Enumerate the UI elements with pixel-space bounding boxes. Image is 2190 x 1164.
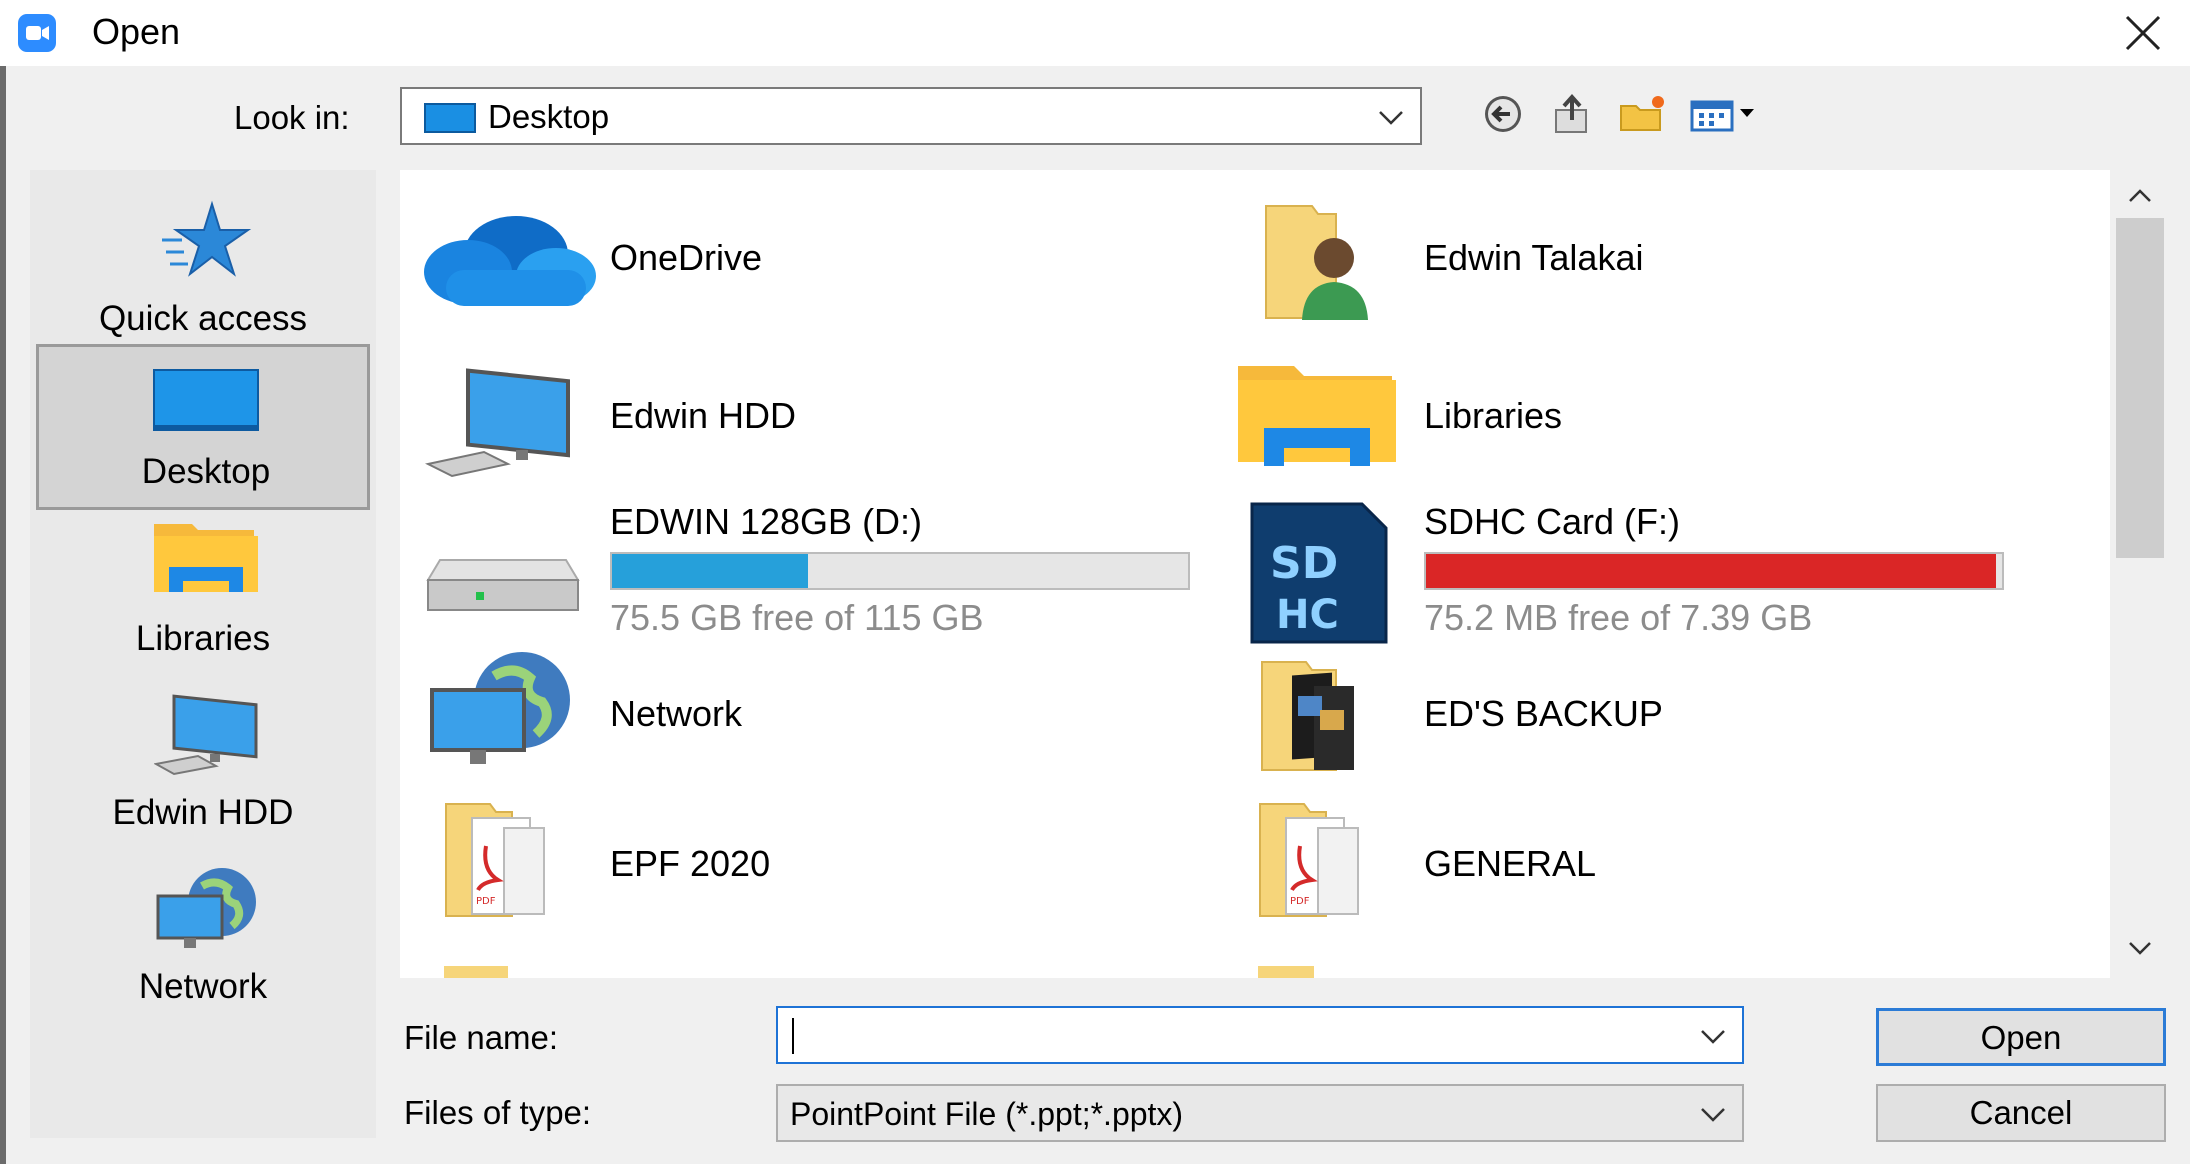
- computer-icon: [154, 694, 258, 776]
- svg-text:PDF: PDF: [476, 896, 496, 907]
- place-label: Libraries: [135, 619, 271, 658]
- item-name: Edwin Talakai: [1424, 237, 1644, 278]
- svg-text:SD: SD: [1270, 538, 1338, 589]
- text-caret: [792, 1018, 794, 1054]
- list-item-epf-2020[interactable]: PDF EPF 2020: [406, 798, 1206, 928]
- place-network[interactable]: Network: [36, 866, 370, 1032]
- drive-free-space: 75.5 GB free of 115 GB: [610, 597, 984, 638]
- up-one-level-button[interactable]: [1550, 92, 1596, 136]
- filetype-value: PointPoint File (*.ppt;*.pptx): [790, 1096, 1184, 1132]
- filename-label: File name:: [404, 1019, 559, 1056]
- lookin-value: Desktop: [488, 98, 610, 135]
- drive-free-space: 75.2 MB free of 7.39 GB: [1424, 597, 1813, 638]
- places-bar: Quick access Desktop Libraries Edwin HDD…: [30, 170, 376, 1138]
- close-icon: [2125, 15, 2161, 51]
- item-name: SDHC Card (F:): [1424, 501, 1681, 542]
- desktop-icon: [424, 103, 476, 133]
- list-item-edwin-talakai[interactable]: Edwin Talakai: [1226, 200, 2026, 320]
- drive-usage-fill: [1426, 554, 1997, 588]
- cancel-button[interactable]: Cancel: [1876, 1084, 2166, 1142]
- item-name: EDWIN 128GB (D:): [610, 501, 923, 542]
- sdhc-icon: SDHC: [1250, 502, 1388, 644]
- list-item-libraries[interactable]: Libraries: [1226, 350, 2026, 480]
- partial-folder-icon: [444, 966, 508, 978]
- computer-icon: [425, 368, 570, 478]
- filetype-dropdown[interactable]: PointPoint File (*.ppt;*.pptx): [776, 1084, 1744, 1142]
- place-quick-access[interactable]: Quick access: [36, 184, 370, 350]
- item-name: ED'S BACKUP: [1424, 693, 1663, 734]
- onedrive-icon: [424, 216, 596, 306]
- list-item-general[interactable]: PDF GENERAL: [1226, 798, 2026, 928]
- libraries-icon: [1238, 366, 1396, 466]
- view-menu-button[interactable]: [1688, 92, 1768, 136]
- scroll-up-icon[interactable]: [2126, 184, 2154, 208]
- list-item-sdhc-card[interactable]: SD HC SDHC Card (F:) 75.2 MB free of 7.39…: [1226, 488, 2026, 644]
- drive-usage-bar: [1424, 552, 2004, 590]
- title-bar: Open: [0, 0, 2190, 66]
- window-title: Open: [92, 11, 181, 52]
- close-button[interactable]: [2096, 0, 2190, 66]
- svg-text:HC: HC: [1276, 592, 1339, 638]
- place-desktop[interactable]: Desktop: [36, 344, 370, 510]
- network-icon: [430, 652, 570, 764]
- scrollbar-thumb[interactable]: [2116, 218, 2164, 558]
- list-item-edwin-hdd[interactable]: Edwin HDD: [406, 350, 1206, 480]
- chevron-down-icon[interactable]: [1698, 1024, 1728, 1048]
- item-name: Libraries: [1424, 395, 1563, 436]
- file-list: OneDrive Edwin Talakai Edwin HDD Librari…: [400, 170, 2110, 978]
- place-label: Network: [138, 967, 268, 1006]
- libraries-icon: [154, 524, 258, 592]
- item-name: Edwin HDD: [610, 395, 797, 436]
- item-name: GENERAL: [1424, 843, 1597, 884]
- place-label: Desktop: [141, 452, 271, 491]
- lookin-label: Look in:: [234, 99, 350, 136]
- drive-usage-bar: [610, 552, 1190, 590]
- place-label: Edwin HDD: [112, 793, 294, 832]
- open-button[interactable]: Open: [1876, 1008, 2166, 1066]
- view-menu-icon: [1690, 100, 1754, 132]
- new-folder-button[interactable]: [1618, 92, 1668, 136]
- window-border: [0, 0, 6, 1164]
- pdf-folder-icon: PDF: [445, 803, 545, 917]
- list-item-eds-backup[interactable]: ED'S BACKUP: [1226, 648, 2026, 778]
- back-arrow-icon: [1485, 96, 1521, 132]
- item-name: OneDrive: [610, 237, 763, 278]
- list-item-edwin-128gb[interactable]: EDWIN 128GB (D:) 75.5 GB free of 115 GB: [406, 488, 1206, 638]
- partial-folder-icon: [1258, 966, 1314, 978]
- back-button[interactable]: [1480, 92, 1526, 136]
- lookin-dropdown[interactable]: Desktop: [400, 87, 1422, 145]
- svg-text:PDF: PDF: [1290, 896, 1310, 907]
- photo-folder-icon: [1261, 661, 1354, 771]
- chevron-down-icon: [1701, 1108, 1725, 1122]
- item-name: EPF 2020: [610, 843, 771, 884]
- desktop-icon: [153, 369, 259, 431]
- list-item-network[interactable]: Network: [406, 648, 1206, 778]
- scroll-down-icon[interactable]: [2126, 936, 2154, 960]
- place-libraries[interactable]: Libraries: [36, 518, 370, 684]
- new-folder-icon: [1620, 96, 1664, 131]
- up-folder-icon: [1555, 93, 1587, 133]
- user-folder-icon: [1265, 205, 1368, 320]
- drive-usage-fill: [612, 554, 808, 588]
- filetype-label: Files of type:: [404, 1094, 592, 1131]
- list-item-onedrive[interactable]: OneDrive: [406, 200, 1206, 320]
- pdf-folder-icon: PDF: [1259, 803, 1359, 917]
- zoom-app-icon: [18, 14, 56, 52]
- filename-input[interactable]: [776, 1006, 1744, 1064]
- item-name: Network: [610, 693, 743, 734]
- network-icon: [156, 868, 256, 948]
- star-icon: [162, 200, 252, 277]
- place-edwin-hdd[interactable]: Edwin HDD: [36, 692, 370, 858]
- chevron-down-icon: [1379, 111, 1403, 125]
- drive-icon: [426, 559, 580, 611]
- place-label: Quick access: [98, 299, 308, 338]
